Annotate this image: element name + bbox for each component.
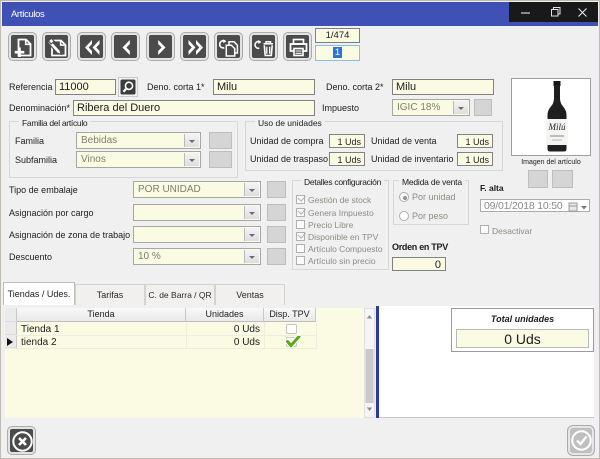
svg-text:Milú: Milú: [548, 122, 566, 132]
